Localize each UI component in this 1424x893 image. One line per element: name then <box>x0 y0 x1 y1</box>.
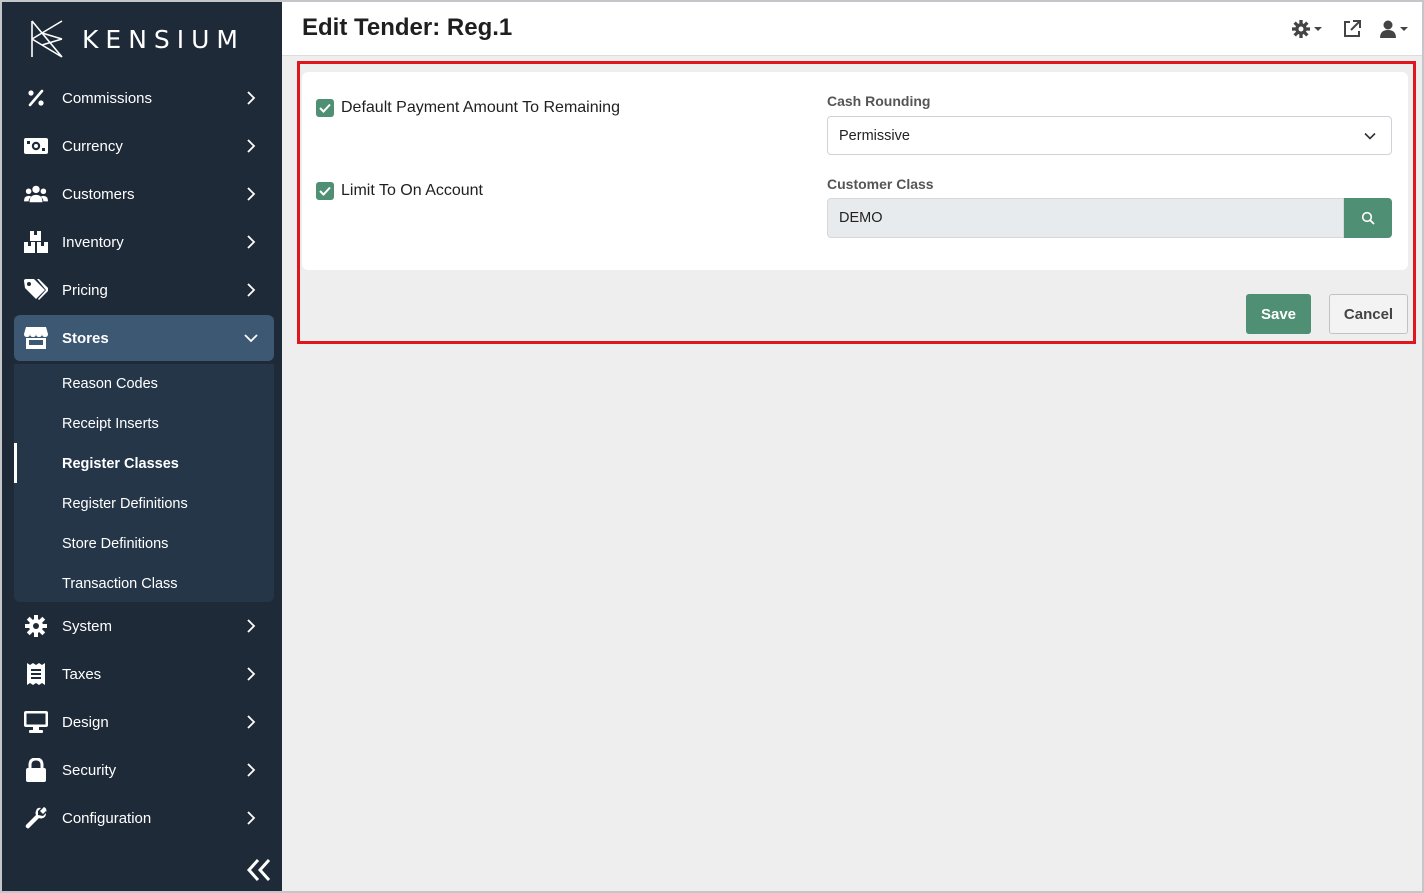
sidebar-item-label: Currency <box>62 137 123 155</box>
brand-name: KENSIUM <box>82 24 246 54</box>
stores-submenu: Reason Codes Receipt Inserts Register Cl… <box>14 364 274 602</box>
sidebar-item-commissions[interactable]: Commissions <box>14 75 274 121</box>
app-window: KENSIUM Commissions Currency Customers I… <box>0 0 1424 893</box>
chevron-right-icon <box>247 811 256 825</box>
receipt-icon <box>24 662 48 686</box>
chevron-right-icon <box>247 235 256 249</box>
highlight-annotation-box <box>297 61 1416 344</box>
store-icon <box>24 326 48 350</box>
sidebar-item-label: Configuration <box>62 809 152 827</box>
chevron-right-icon <box>247 763 256 777</box>
lock-icon <box>24 758 48 782</box>
collapse-sidebar-icon[interactable] <box>246 857 272 883</box>
chevron-right-icon <box>247 667 256 681</box>
monitor-icon <box>24 710 48 734</box>
external-link-icon <box>1344 20 1361 37</box>
submenu-item-transaction-class[interactable]: Transaction Class <box>14 564 274 604</box>
sidebar-item-label: System <box>62 617 113 635</box>
user-icon <box>1380 20 1396 38</box>
chevron-right-icon <box>247 715 256 729</box>
sidebar-item-inventory[interactable]: Inventory <box>14 219 274 265</box>
sidebar-item-pricing[interactable]: Pricing <box>14 267 274 313</box>
submenu-item-reason-codes[interactable]: Reason Codes <box>14 364 274 404</box>
page-header: Edit Tender: Reg.1 <box>282 2 1422 56</box>
submenu-item-receipt-inserts[interactable]: Receipt Inserts <box>14 404 274 444</box>
sidebar-item-customers[interactable]: Customers <box>14 171 274 217</box>
kensium-logo-icon <box>31 20 63 58</box>
chevron-down-icon <box>244 334 258 343</box>
users-icon <box>24 182 48 206</box>
chevron-right-icon <box>247 283 256 297</box>
submenu-item-label: Receipt Inserts <box>62 416 159 432</box>
active-submenu-indicator <box>14 443 17 483</box>
sidebar-item-label: Design <box>62 713 109 731</box>
sidebar-item-security[interactable]: Security <box>14 747 274 793</box>
submenu-item-label: Store Definitions <box>62 536 169 552</box>
sidebar-item-stores[interactable]: Stores <box>14 315 274 361</box>
sidebar-item-label: Customers <box>62 185 135 203</box>
sidebar-item-taxes[interactable]: Taxes <box>14 651 274 697</box>
page-title: Edit Tender: Reg.1 <box>302 14 513 41</box>
submenu-item-store-definitions[interactable]: Store Definitions <box>14 524 274 564</box>
sidebar-item-label: Stores <box>62 329 109 347</box>
submenu-item-register-definitions[interactable]: Register Definitions <box>14 484 274 524</box>
chevron-right-icon <box>247 91 256 105</box>
submenu-item-label: Register Definitions <box>62 496 188 512</box>
submenu-item-label: Transaction Class <box>62 576 178 592</box>
sidebar: KENSIUM Commissions Currency Customers I… <box>2 2 282 891</box>
submenu-item-label: Reason Codes <box>62 376 158 392</box>
submenu-item-register-classes[interactable]: Register Classes <box>14 444 274 484</box>
gear-icon <box>24 614 48 638</box>
sidebar-item-currency[interactable]: Currency <box>14 123 274 169</box>
caret-down-icon <box>1314 27 1322 31</box>
sidebar-item-label: Pricing <box>62 281 108 299</box>
wrench-icon <box>24 806 48 830</box>
brand-logo[interactable]: KENSIUM <box>26 16 245 62</box>
caret-down-icon <box>1400 27 1408 31</box>
chevron-right-icon <box>247 619 256 633</box>
submenu-item-label: Register Classes <box>62 456 179 472</box>
sidebar-item-configuration[interactable]: Configuration <box>14 795 274 841</box>
money-bill-icon <box>24 134 48 158</box>
sidebar-item-label: Security <box>62 761 117 779</box>
percent-icon <box>24 86 48 110</box>
sidebar-item-system[interactable]: System <box>14 603 274 649</box>
sidebar-item-label: Inventory <box>62 233 124 251</box>
boxes-icon <box>24 230 48 254</box>
tags-icon <box>24 278 48 302</box>
chevron-right-icon <box>247 139 256 153</box>
open-external-button[interactable] <box>1343 18 1361 40</box>
settings-menu-button[interactable] <box>1292 18 1322 40</box>
chevron-right-icon <box>247 187 256 201</box>
user-menu-button[interactable] <box>1380 18 1408 40</box>
sidebar-item-design[interactable]: Design <box>14 699 274 745</box>
gear-icon <box>1292 20 1310 38</box>
sidebar-item-label: Commissions <box>62 89 153 107</box>
sidebar-item-label: Taxes <box>62 665 102 683</box>
